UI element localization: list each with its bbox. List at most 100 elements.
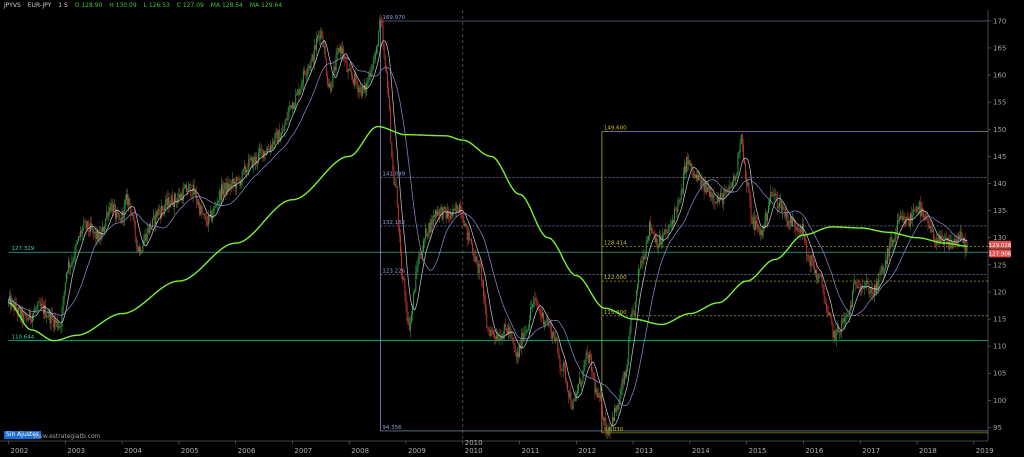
candle-up (952, 241, 954, 249)
candle-up (94, 231, 96, 234)
fib-right-level-label: 115.600 (604, 310, 627, 316)
y-tick-label: 135 (993, 207, 1006, 215)
candle-up (710, 192, 712, 197)
candle-down (356, 81, 358, 85)
candle-down (390, 108, 392, 143)
candle-up (916, 207, 918, 212)
candle-down (741, 134, 743, 145)
candle-up (585, 352, 587, 360)
candle-up (770, 192, 772, 200)
candle-down (514, 348, 516, 353)
candle-up (416, 267, 418, 273)
candle-down (29, 310, 31, 320)
candle-down (135, 236, 137, 248)
candle-down (473, 251, 475, 257)
candle-up (252, 157, 254, 168)
candle-down (474, 256, 476, 262)
candle-up (53, 319, 55, 328)
candle-up (556, 338, 558, 340)
candle-up (881, 266, 883, 271)
candle-down (872, 293, 874, 296)
candle-down (538, 308, 540, 310)
candle-down (928, 224, 930, 229)
candle-down (713, 194, 715, 203)
candle-up (880, 270, 882, 275)
candle-down (345, 59, 347, 62)
candle-down (609, 428, 611, 432)
candle-up (48, 311, 50, 317)
candle-up (241, 170, 243, 181)
candle-up (637, 283, 638, 291)
candle-up (833, 330, 835, 338)
candle-down (567, 382, 569, 391)
candle-down (293, 102, 294, 109)
candle-down (605, 417, 607, 434)
candle-down (602, 411, 603, 418)
candle-down (821, 275, 823, 285)
candle-up (890, 236, 892, 242)
candle-up (863, 287, 864, 289)
candle-down (571, 405, 573, 409)
candle-up (367, 81, 369, 83)
candle-up (651, 228, 653, 231)
candle-up (706, 187, 708, 193)
candle-up (82, 227, 84, 234)
watermark-text: www.estrategiatb.com (33, 433, 101, 440)
candle-down (84, 221, 86, 223)
candle-down (138, 246, 139, 252)
candle-down (388, 87, 389, 98)
candle-up (61, 310, 63, 327)
candle-up (366, 82, 368, 92)
candle-up (634, 301, 636, 317)
candle-up (583, 365, 585, 371)
candle-down (159, 210, 161, 217)
candle-up (562, 362, 564, 371)
candle-down (954, 238, 956, 244)
candle-down (570, 392, 572, 406)
candle-down (303, 70, 305, 74)
candle-up (599, 395, 601, 398)
candle-down (550, 325, 552, 340)
candle-up (649, 221, 650, 237)
candle-up (439, 208, 441, 216)
candle-down (134, 221, 136, 237)
candle-down (481, 280, 483, 281)
candle-down (930, 226, 932, 232)
candle-up (164, 206, 166, 211)
price-chart[interactable]: 9510010511011512012513013514014515015516… (0, 0, 1024, 457)
candle-up (542, 312, 543, 317)
candle-up (410, 313, 412, 322)
candle-up (526, 329, 528, 332)
candle-up (212, 215, 214, 221)
candle-down (369, 74, 371, 78)
candle-down (673, 220, 674, 223)
candle-down (753, 216, 755, 230)
candle-down (522, 332, 524, 342)
candle-up (86, 220, 88, 229)
candle-down (321, 30, 323, 38)
candle-up (578, 383, 579, 391)
y-tick-label: 120 (993, 288, 1006, 296)
candle-up (616, 405, 618, 413)
candle-up (342, 48, 344, 54)
candle-up (417, 263, 419, 268)
candle-up (663, 234, 665, 236)
candle-down (689, 159, 691, 166)
candle-up (146, 228, 148, 241)
candle-down (309, 65, 311, 69)
candle-up (74, 246, 76, 258)
candle-down (809, 261, 811, 267)
candle-up (108, 207, 110, 217)
candle-up (414, 291, 416, 294)
candle-down (38, 302, 40, 303)
candle-down (851, 305, 852, 308)
candle-down (276, 131, 278, 143)
candle-down (85, 221, 87, 229)
candle-down (540, 314, 542, 317)
candle-down (600, 395, 602, 412)
candle-up (818, 275, 820, 279)
candle-down (491, 329, 493, 331)
candle-up (667, 230, 669, 233)
candle-down (675, 208, 677, 209)
candle-down (406, 305, 408, 321)
